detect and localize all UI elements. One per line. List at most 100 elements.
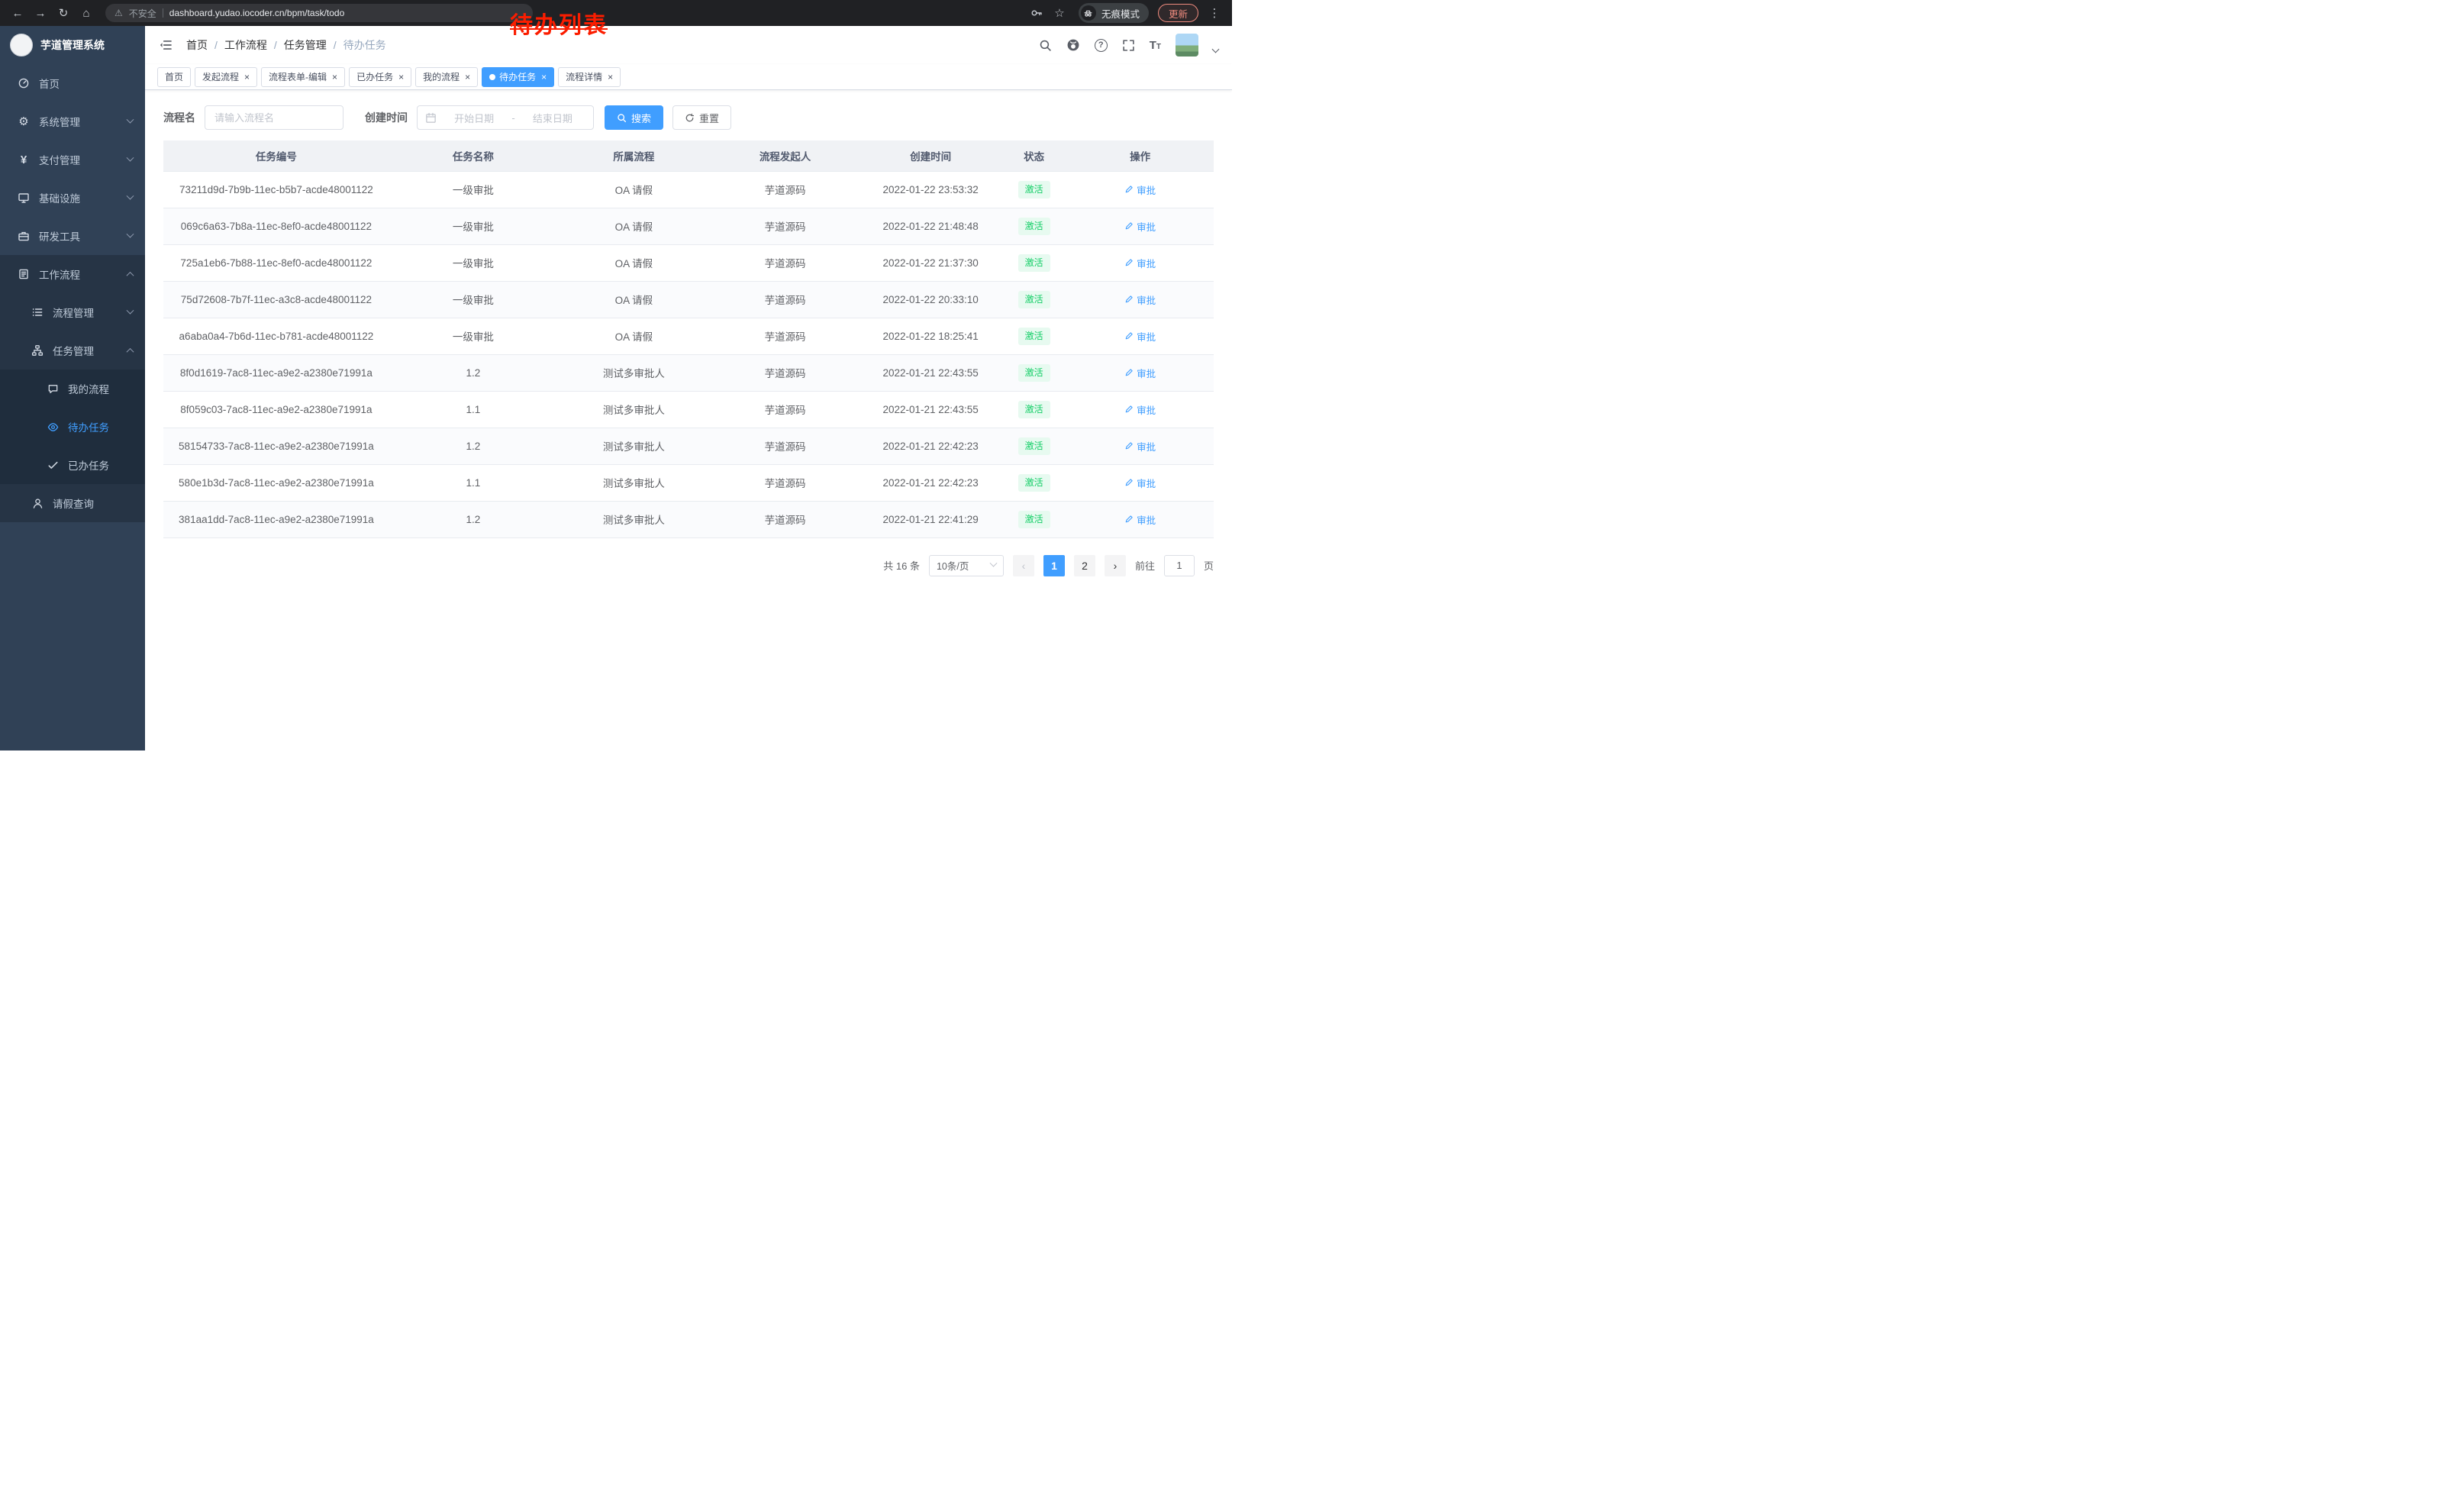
update-button[interactable]: 更新: [1158, 4, 1198, 22]
approve-button[interactable]: 审批: [1124, 256, 1156, 270]
cell-task-id: 381aa1dd-7ac8-11ec-a9e2-a2380e71991a: [163, 501, 389, 537]
sidebar-item-todo-tasks[interactable]: 待办任务: [0, 408, 145, 446]
incognito-label: 无痕模式: [1101, 6, 1140, 21]
approve-button[interactable]: 审批: [1124, 366, 1156, 380]
sidebar-item-workflow[interactable]: 工作流程: [0, 255, 145, 293]
goto-page-input[interactable]: [1164, 555, 1195, 576]
table-row: 580e1b3d-7ac8-11ec-a9e2-a2380e71991a 1.1…: [163, 464, 1214, 501]
search-icon[interactable]: [1039, 39, 1052, 52]
approve-button[interactable]: 审批: [1124, 292, 1156, 307]
prev-icon: ‹: [1022, 560, 1026, 572]
tab-process-detail[interactable]: 流程详情 ×: [558, 67, 621, 87]
url-text: dashboard.yudao.iocoder.cn/bpm/task/todo: [169, 8, 345, 18]
date-range-picker[interactable]: 开始日期 - 结束日期: [417, 105, 594, 130]
user-avatar[interactable]: [1176, 34, 1198, 56]
bookmark-star-icon[interactable]: ☆: [1050, 3, 1069, 23]
prev-page-button[interactable]: ‹: [1013, 555, 1034, 576]
table-header-row: 任务编号 任务名称 所属流程 流程发起人 创建时间 状态 操作: [163, 140, 1214, 171]
status-badge: 激活: [1018, 328, 1050, 345]
sidebar-item-leave-query[interactable]: 请假查询: [0, 484, 145, 522]
approve-button[interactable]: 审批: [1124, 402, 1156, 417]
forward-icon[interactable]: →: [31, 3, 50, 23]
reload-icon[interactable]: ↻: [53, 3, 73, 23]
cell-task-id: 580e1b3d-7ac8-11ec-a9e2-a2380e71991a: [163, 464, 389, 501]
tab-todo-tasks[interactable]: 待办任务 ×: [482, 67, 554, 87]
chevron-down-icon: [127, 230, 134, 237]
table-row: 381aa1dd-7ac8-11ec-a9e2-a2380e71991a 1.2…: [163, 501, 1214, 537]
cell-task-id: 8f059c03-7ac8-11ec-a9e2-a2380e71991a: [163, 391, 389, 428]
font-size-icon[interactable]: TT: [1150, 40, 1161, 51]
breadcrumb-separator: /: [274, 39, 277, 51]
tab-process-form-edit[interactable]: 流程表单-编辑 ×: [261, 67, 345, 87]
close-icon[interactable]: ×: [332, 73, 337, 82]
cell-action: 审批: [1066, 501, 1214, 537]
approve-button[interactable]: 审批: [1124, 512, 1156, 527]
fullscreen-icon[interactable]: [1122, 39, 1135, 52]
search-button[interactable]: 搜索: [605, 105, 663, 130]
github-icon[interactable]: [1066, 38, 1080, 52]
key-icon[interactable]: [1027, 3, 1047, 23]
app-header: 首页 / 工作流程 / 任务管理 / 待办任务 ? TT: [145, 26, 1232, 64]
column-task-id: 任务编号: [163, 140, 389, 171]
sidebar-item-infrastructure[interactable]: 基础设施: [0, 179, 145, 217]
reset-button[interactable]: 重置: [672, 105, 731, 130]
page-size-select[interactable]: 10条/页: [929, 555, 1004, 576]
help-icon[interactable]: ?: [1095, 39, 1108, 52]
sidebar-toggle-icon[interactable]: [159, 38, 173, 52]
approve-button[interactable]: 审批: [1124, 219, 1156, 234]
breadcrumb-workflow[interactable]: 工作流程: [224, 37, 267, 53]
sidebar-item-process-management[interactable]: 流程管理: [0, 293, 145, 331]
browser-menu-icon[interactable]: ⋮: [1205, 3, 1224, 23]
sidebar-item-payment[interactable]: ¥ 支付管理: [0, 140, 145, 179]
eye-icon: [46, 421, 60, 433]
page-button-2[interactable]: 2: [1074, 555, 1095, 576]
status-badge: 激活: [1018, 511, 1050, 528]
sidebar-item-home[interactable]: 首页: [0, 64, 145, 102]
next-page-button[interactable]: ›: [1105, 555, 1126, 576]
address-bar[interactable]: ⚠ 不安全 dashboard.yudao.iocoder.cn/bpm/tas…: [105, 4, 533, 22]
cell-status: 激活: [1001, 244, 1066, 281]
cell-status: 激活: [1001, 208, 1066, 244]
chevron-down-icon: [127, 115, 134, 123]
close-icon[interactable]: ×: [465, 73, 470, 82]
cell-task-name: 1.1: [389, 464, 557, 501]
tab-start-process[interactable]: 发起流程 ×: [195, 67, 257, 87]
home-icon[interactable]: ⌂: [76, 3, 96, 23]
cell-action: 审批: [1066, 171, 1214, 208]
approve-button[interactable]: 审批: [1124, 476, 1156, 490]
approve-button[interactable]: 审批: [1124, 439, 1156, 454]
sidebar-item-system[interactable]: ⚙ 系统管理: [0, 102, 145, 140]
tab-my-process[interactable]: 我的流程 ×: [415, 67, 478, 87]
close-icon[interactable]: ×: [608, 73, 613, 82]
clipboard-icon: [17, 268, 31, 280]
close-icon[interactable]: ×: [541, 73, 547, 82]
table-row: 58154733-7ac8-11ec-a9e2-a2380e71991a 1.2…: [163, 428, 1214, 464]
sidebar-item-task-management[interactable]: 任务管理: [0, 331, 145, 370]
cell-action: 审批: [1066, 244, 1214, 281]
tab-done-tasks[interactable]: 已办任务 ×: [349, 67, 411, 87]
back-icon[interactable]: ←: [8, 3, 27, 23]
tab-home[interactable]: 首页: [157, 67, 191, 87]
approve-button[interactable]: 审批: [1124, 329, 1156, 344]
avatar-caret-icon[interactable]: [1212, 45, 1220, 53]
sidebar-item-my-process[interactable]: 我的流程: [0, 370, 145, 408]
close-icon[interactable]: ×: [398, 73, 404, 82]
sidebar-item-done-tasks[interactable]: 已办任务: [0, 446, 145, 484]
breadcrumb-home[interactable]: 首页: [186, 37, 208, 53]
sidebar-item-devtools[interactable]: 研发工具: [0, 217, 145, 255]
cell-action: 审批: [1066, 281, 1214, 318]
incognito-badge: 无痕模式: [1079, 3, 1149, 23]
approve-button[interactable]: 审批: [1124, 182, 1156, 197]
sidebar-item-label: 任务管理: [53, 343, 94, 358]
close-icon[interactable]: ×: [244, 73, 250, 82]
sidebar-item-label: 请假查询: [53, 495, 94, 511]
yen-icon: ¥: [17, 153, 31, 166]
page-button-1[interactable]: 1: [1043, 555, 1065, 576]
cell-status: 激活: [1001, 354, 1066, 391]
cell-process: OA 请假: [557, 171, 711, 208]
cell-created: 2022-01-22 20:33:10: [859, 281, 1001, 318]
status-badge: 激活: [1018, 364, 1050, 382]
chat-icon: [46, 383, 60, 395]
process-name-input[interactable]: [205, 105, 343, 130]
breadcrumb-task-management[interactable]: 任务管理: [284, 37, 327, 53]
